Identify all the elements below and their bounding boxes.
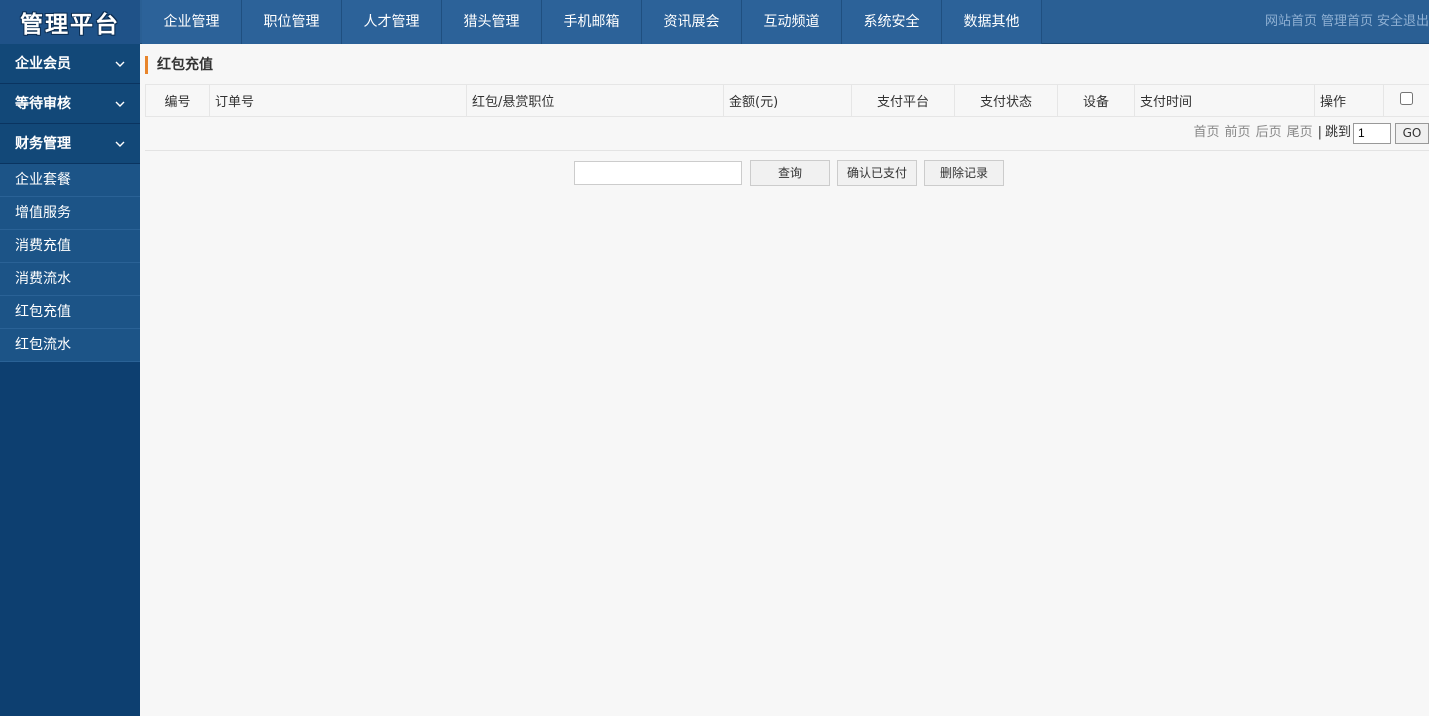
pager-prev[interactable]: 前页 bbox=[1225, 122, 1251, 144]
main-nav: 企业管理 职位管理 人才管理 猎头管理 手机邮箱 资讯展会 互动频道 系统安全 … bbox=[142, 0, 1042, 44]
sidebar: 企业会员 等待审核 财务管理 企业套餐 增值服务 消费充值 消费流水 红包充值 … bbox=[0, 44, 140, 716]
pager-last[interactable]: 尾页 bbox=[1287, 122, 1313, 144]
nav-item-phone-email[interactable]: 手机邮箱 bbox=[542, 0, 642, 44]
col-actions: 操作 bbox=[1314, 84, 1384, 117]
nav-item-jobs[interactable]: 职位管理 bbox=[242, 0, 342, 44]
sidebar-item-value-added[interactable]: 增值服务 bbox=[0, 197, 140, 230]
main-content: 红包充值 编号 订单号 红包/悬赏职位 金额(元) 支付平台 支付状态 设备 支… bbox=[140, 44, 1429, 716]
pagination: 首页 前页 后页 尾页 | 跳到 GO bbox=[1194, 122, 1429, 144]
admin-home-link[interactable]: 管理首页 bbox=[1321, 14, 1373, 29]
sidebar-item-redpacket-recharge[interactable]: 红包充值 bbox=[0, 296, 140, 329]
nav-item-interaction[interactable]: 互动频道 bbox=[742, 0, 842, 44]
sidebar-group-finance[interactable]: 财务管理 bbox=[0, 124, 140, 164]
chevron-down-icon bbox=[114, 84, 126, 124]
nav-item-talent[interactable]: 人才管理 bbox=[342, 0, 442, 44]
go-button[interactable]: GO bbox=[1395, 122, 1429, 144]
page-number-input[interactable] bbox=[1353, 122, 1391, 144]
pager-first[interactable]: 首页 bbox=[1194, 122, 1220, 144]
divider bbox=[145, 150, 1429, 151]
sidebar-item-consumption-flow[interactable]: 消费流水 bbox=[0, 263, 140, 296]
chevron-down-icon bbox=[114, 44, 126, 84]
search-input[interactable] bbox=[574, 161, 742, 185]
sidebar-item-enterprise-package[interactable]: 企业套餐 bbox=[0, 164, 140, 197]
top-links: 网站首页 管理首页 安全退出 bbox=[1261, 0, 1429, 44]
delete-records-button[interactable]: 删除记录 bbox=[924, 160, 1004, 186]
logo: 管理平台 bbox=[0, 0, 140, 44]
records-table: 编号 订单号 红包/悬赏职位 金额(元) 支付平台 支付状态 设备 支付时间 操… bbox=[145, 84, 1429, 117]
col-pay-status: 支付状态 bbox=[954, 84, 1058, 117]
table-header-row: 编号 订单号 红包/悬赏职位 金额(元) 支付平台 支付状态 设备 支付时间 操… bbox=[145, 84, 1429, 117]
col-order-no: 订单号 bbox=[209, 84, 467, 117]
col-device: 设备 bbox=[1057, 84, 1135, 117]
sidebar-item-recharge[interactable]: 消费充值 bbox=[0, 230, 140, 263]
sidebar-group-enterprise-members[interactable]: 企业会员 bbox=[0, 44, 140, 84]
col-id: 编号 bbox=[145, 84, 210, 117]
chevron-down-icon bbox=[114, 124, 126, 164]
nav-item-enterprise[interactable]: 企业管理 bbox=[142, 0, 242, 44]
nav-item-news-expo[interactable]: 资讯展会 bbox=[642, 0, 742, 44]
select-all-checkbox[interactable] bbox=[1400, 92, 1413, 105]
sidebar-group-pending-review[interactable]: 等待审核 bbox=[0, 84, 140, 124]
col-amount: 金额(元) bbox=[723, 84, 852, 117]
nav-item-headhunter[interactable]: 猎头管理 bbox=[442, 0, 542, 44]
sidebar-group-label: 财务管理 bbox=[15, 136, 71, 152]
pager-jump-label: 跳到 bbox=[1324, 125, 1351, 140]
site-home-link[interactable]: 网站首页 bbox=[1265, 14, 1317, 29]
col-redpacket-job: 红包/悬赏职位 bbox=[466, 84, 724, 117]
query-button[interactable]: 查询 bbox=[750, 160, 830, 186]
top-bar: 管理平台 企业管理 职位管理 人才管理 猎头管理 手机邮箱 资讯展会 互动频道 … bbox=[0, 0, 1429, 44]
col-pay-time: 支付时间 bbox=[1134, 84, 1315, 117]
sidebar-group-label: 等待审核 bbox=[15, 96, 71, 112]
pager-next[interactable]: 后页 bbox=[1256, 122, 1282, 144]
col-pay-platform: 支付平台 bbox=[851, 84, 955, 117]
nav-item-system-security[interactable]: 系统安全 bbox=[842, 0, 942, 44]
sidebar-item-redpacket-flow[interactable]: 红包流水 bbox=[0, 329, 140, 362]
confirm-paid-button[interactable]: 确认已支付 bbox=[837, 160, 917, 186]
page-title: 红包充值 bbox=[145, 56, 213, 74]
nav-item-data-other[interactable]: 数据其他 bbox=[942, 0, 1042, 44]
search-toolbar: 查询 确认已支付 删除记录 bbox=[574, 160, 1011, 186]
sidebar-group-label: 企业会员 bbox=[15, 56, 71, 72]
col-select-all bbox=[1383, 84, 1429, 117]
pager-separator: | bbox=[1317, 125, 1322, 140]
logout-link[interactable]: 安全退出 bbox=[1377, 14, 1429, 29]
